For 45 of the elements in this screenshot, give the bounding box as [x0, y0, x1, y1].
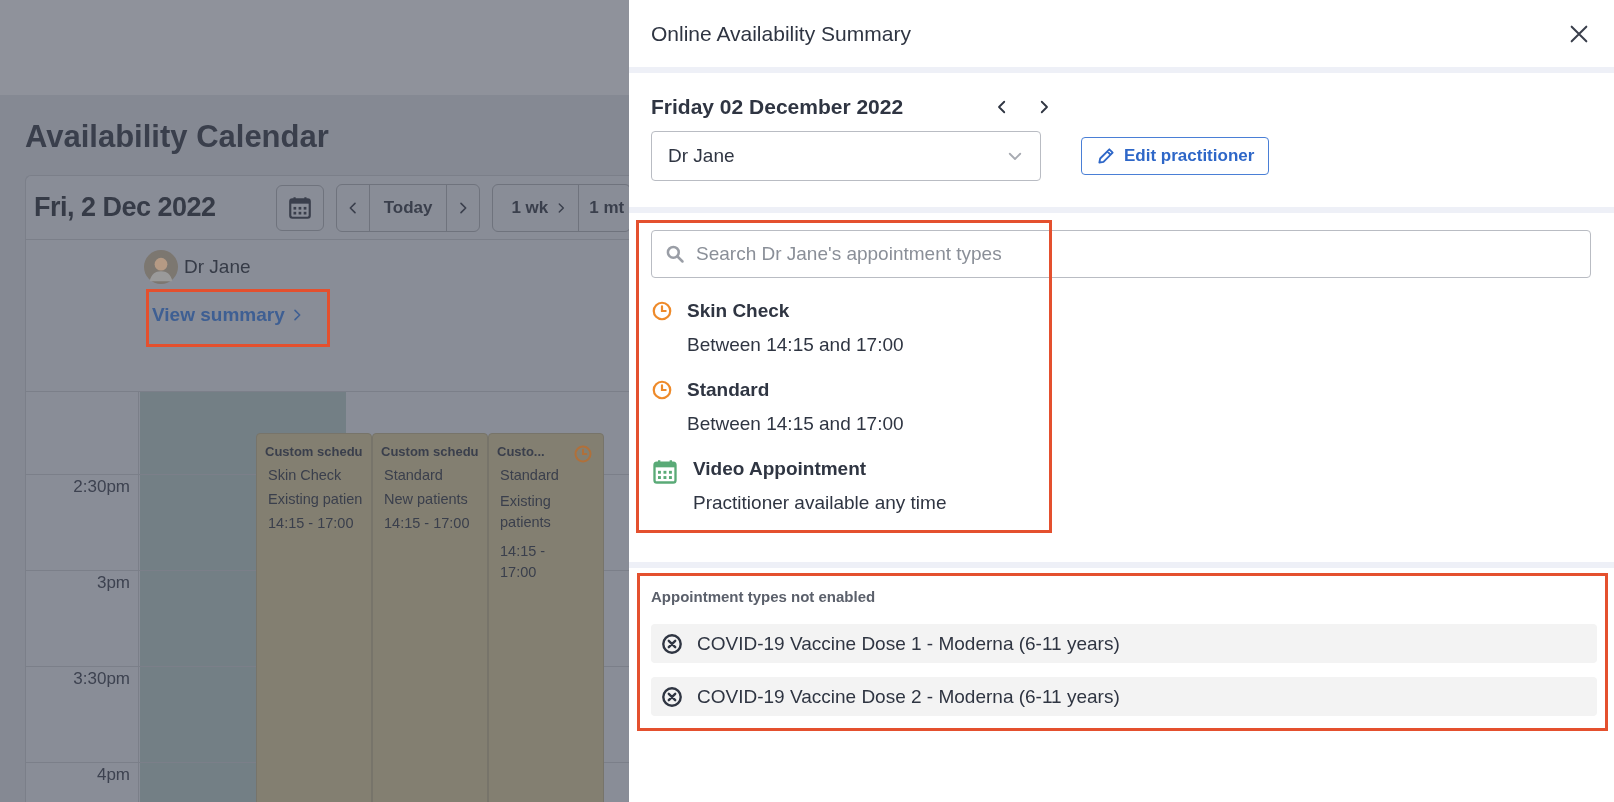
event-type: Standard: [384, 467, 444, 483]
date-picker-button[interactable]: [275, 184, 324, 231]
event-title: Custo...: [497, 444, 546, 459]
x-circle-icon: [661, 632, 683, 655]
schedule-event[interactable]: Custo... Standard Existing patients 14:15 - 17:00: [488, 433, 604, 802]
x-circle-icon: [661, 685, 683, 708]
event-time: 14:15 - 17:00: [268, 515, 355, 531]
calendar-icon: [286, 194, 313, 221]
disabled-appointment-type: COVID-19 Vaccine Dose 2 - Moderna (6-11 years): [651, 677, 1597, 716]
edit-practitioner-button[interactable]: Edit practitioner: [1081, 137, 1270, 175]
appointment-type-name: Skin Check: [687, 300, 791, 322]
disabled-appointment-type: COVID-19 Vaccine Dose 1 - Moderna (6-11 years): [651, 624, 1597, 663]
event-time: 14:15 - 17:00: [384, 515, 471, 531]
time-label: 3pm: [95, 573, 130, 593]
time-label: 3:30pm: [72, 669, 130, 689]
event-patients: Existing patien: [268, 491, 364, 507]
appointment-type-name: Standard: [687, 379, 771, 401]
event-patients: Existing patients: [500, 492, 552, 532]
avatar-icon: [144, 250, 178, 284]
calendar-date: Fri, 2 Dec 2022: [34, 192, 216, 223]
event-title: Custom schedu: [265, 444, 364, 459]
time-label: 2:30pm: [72, 477, 130, 497]
panel-title: Online Availability Summary: [651, 21, 911, 46]
section-heading: Appointment types not enabled: [651, 588, 877, 605]
schedule-event[interactable]: Custom schedu Skin Check Existing patien 14:15 - 17:00: [256, 433, 372, 802]
practitioner-select[interactable]: Dr Jane: [651, 131, 1041, 181]
view-range-button[interactable]: 1 wk: [493, 184, 579, 231]
appointment-type-name: Video Appointment: [693, 458, 868, 480]
view-summary-link[interactable]: View summary: [152, 304, 305, 326]
time-label: 4pm: [95, 765, 130, 785]
page-title: Availability Calendar: [25, 119, 330, 155]
search-icon: [665, 244, 685, 264]
appointment-type-hours: Between 14:15 and 17:00: [687, 334, 904, 356]
event-patients: New patients: [384, 491, 469, 507]
practitioner-name: Dr Jane: [184, 256, 251, 278]
event-time: 14:15 - 17:00: [500, 542, 547, 582]
event-type: Skin Check: [268, 467, 343, 483]
appointment-type-hours: Practitioner available any time: [693, 492, 947, 514]
pencil-icon: [1096, 146, 1116, 166]
event-title: Custom schedu: [381, 444, 480, 459]
event-type: Standard: [500, 467, 560, 483]
summary-date: Friday 02 December 2022: [651, 95, 904, 119]
schedule-event[interactable]: Custom schedu Standard New patients 14:15 - 17:00: [372, 433, 488, 802]
search-field[interactable]: Search Dr Jane's appointment types: [651, 230, 1591, 278]
appointment-type-hours: Between 14:15 and 17:00: [687, 413, 904, 435]
